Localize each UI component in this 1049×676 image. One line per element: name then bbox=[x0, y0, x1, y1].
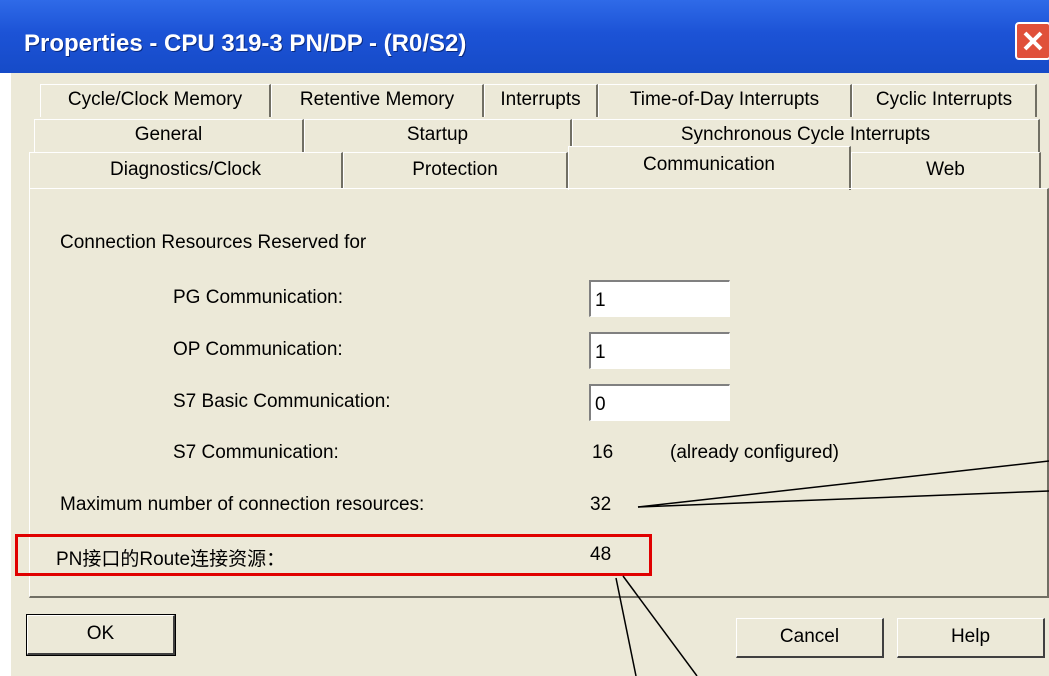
close-button[interactable] bbox=[1015, 22, 1049, 60]
pg-communication-input[interactable] bbox=[589, 280, 730, 317]
pg-communication-label: PG Communication: bbox=[173, 287, 344, 308]
tab-web[interactable]: Web bbox=[851, 152, 1041, 188]
tab-cyclic-interrupts[interactable]: Cyclic Interrupts bbox=[852, 84, 1037, 117]
max-connection-resources-label: Maximum number of connection resources: bbox=[60, 494, 425, 515]
close-icon bbox=[1023, 31, 1043, 51]
s7-communication-value: 16 bbox=[592, 442, 614, 463]
s7-basic-communication-input[interactable] bbox=[589, 384, 730, 421]
window-title: Properties - CPU 319-3 PN/DP - (R0/S2) bbox=[24, 30, 467, 57]
max-connection-resources-value: 32 bbox=[590, 494, 612, 515]
tab-retentive-memory[interactable]: Retentive Memory bbox=[271, 84, 484, 117]
route-resources-value: 48 bbox=[590, 544, 612, 565]
tab-startup[interactable]: Startup bbox=[304, 119, 572, 152]
op-communication-input[interactable] bbox=[589, 332, 730, 369]
properties-dialog: Cycle/Clock Memory Retentive Memory Inte… bbox=[11, 73, 1049, 676]
section-title: Connection Resources Reserved for bbox=[60, 232, 367, 253]
cancel-button[interactable]: Cancel bbox=[736, 618, 884, 658]
tab-diagnostics-clock[interactable]: Diagnostics/Clock bbox=[29, 152, 343, 188]
tab-communication[interactable]: Communication bbox=[568, 146, 851, 190]
route-resources-label: PN接口的Route连接资源： bbox=[56, 549, 286, 570]
title-bar: Properties - CPU 319-3 PN/DP - (R0/S2) bbox=[0, 0, 1049, 73]
tab-time-of-day-interrupts[interactable]: Time-of-Day Interrupts bbox=[598, 84, 852, 117]
ok-button[interactable]: OK bbox=[26, 614, 176, 656]
s7-basic-communication-label: S7 Basic Communication: bbox=[173, 391, 391, 412]
s7-communication-label: S7 Communication: bbox=[173, 442, 339, 463]
tab-interrupts[interactable]: Interrupts bbox=[484, 84, 598, 117]
tab-general[interactable]: General bbox=[34, 119, 304, 152]
help-button[interactable]: Help bbox=[897, 618, 1045, 658]
s7-communication-note: (already configured) bbox=[670, 442, 839, 463]
op-communication-label: OP Communication: bbox=[173, 339, 343, 360]
tab-cycle-clock-memory[interactable]: Cycle/Clock Memory bbox=[40, 84, 271, 117]
tab-protection[interactable]: Protection bbox=[343, 152, 568, 188]
